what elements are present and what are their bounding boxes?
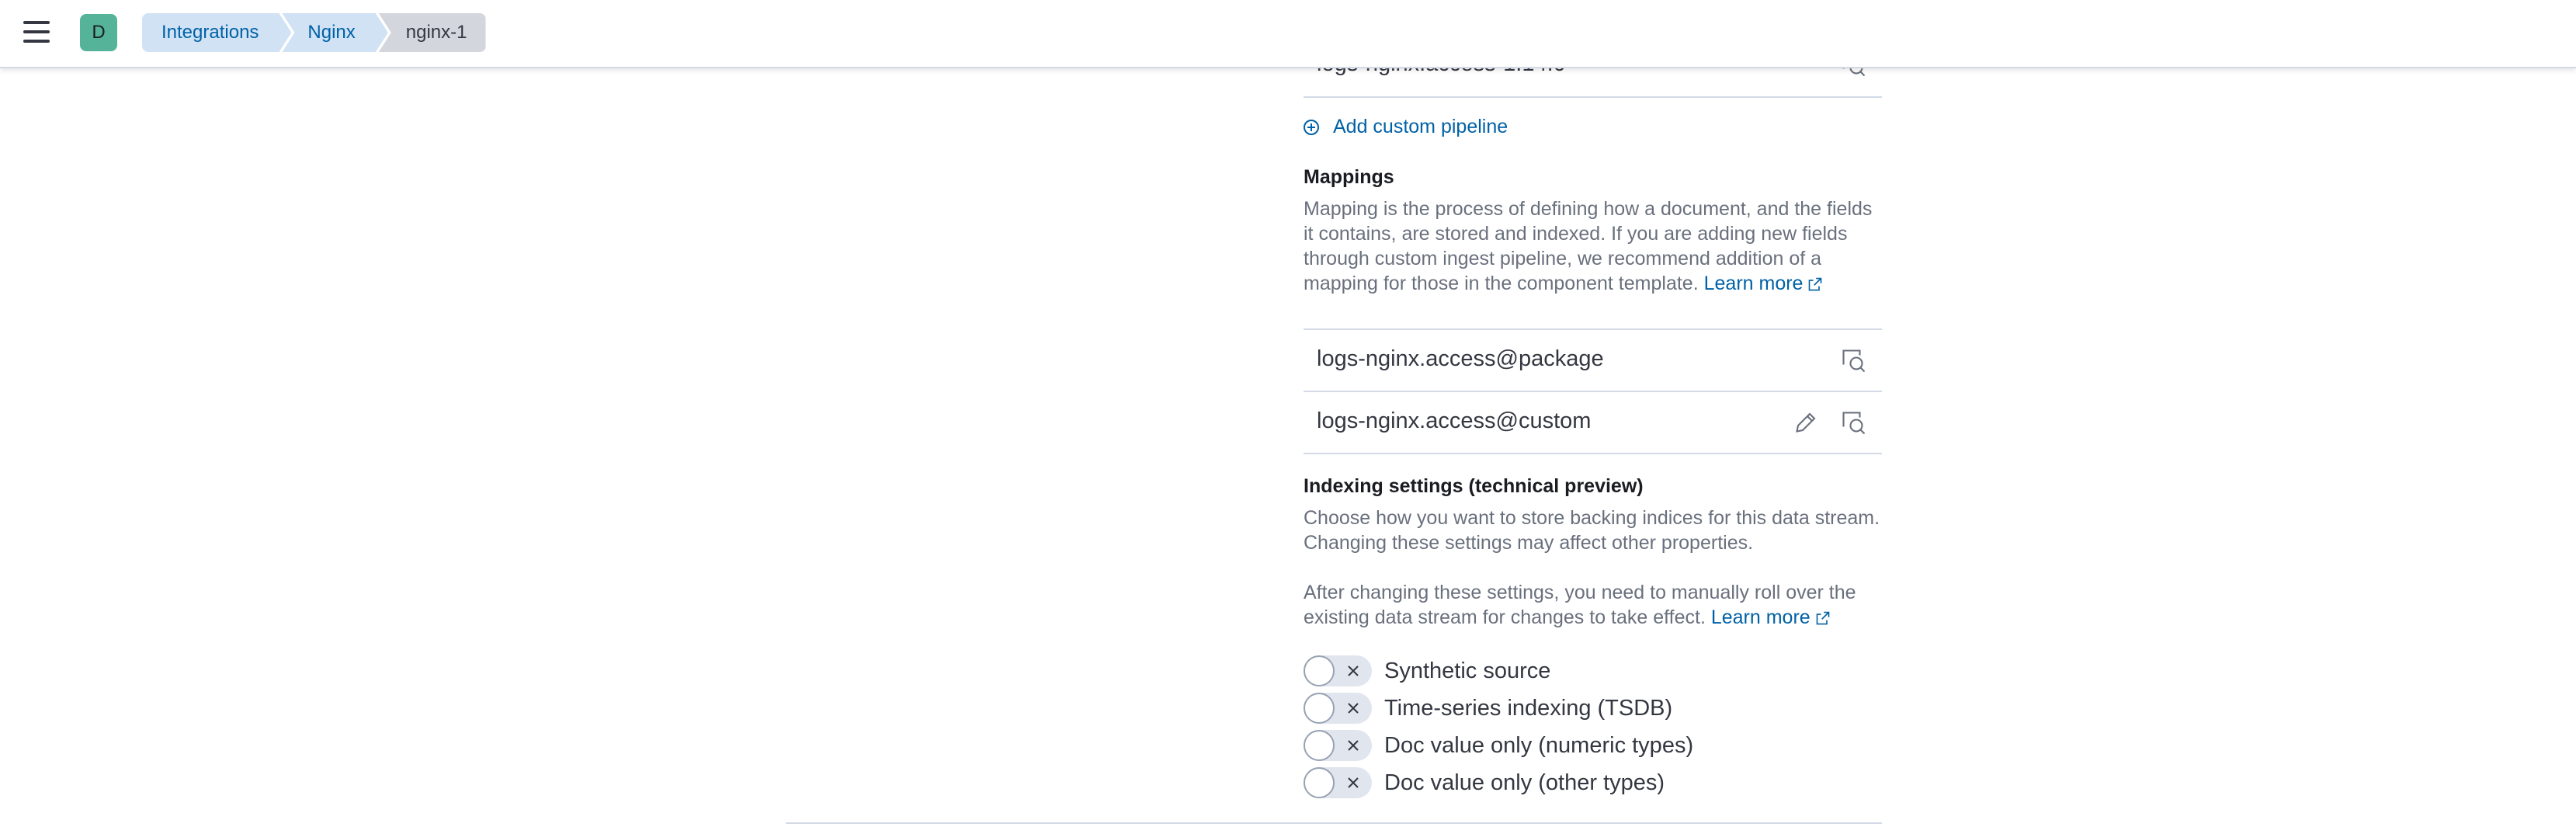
top-header: D Integrations Nginx nginx-1 (0, 0, 2576, 68)
toggle-knob (1304, 655, 1335, 686)
section-divider (786, 822, 1882, 824)
indexing-learn-more-link[interactable]: Learn more (1711, 606, 1831, 628)
toggle-knob (1304, 767, 1335, 798)
pencil-icon[interactable] (1791, 409, 1819, 437)
synthetic-source-toggle[interactable] (1304, 655, 1372, 686)
tsdb-switch-row: Time-series indexing (TSDB) (1304, 692, 1672, 725)
external-link-icon (1816, 612, 1830, 625)
inspect-icon[interactable] (1840, 347, 1868, 375)
doc-value-numeric-toggle[interactable] (1304, 730, 1372, 761)
hamburger-menu-icon[interactable] (20, 18, 54, 46)
synthetic-source-switch-row: Synthetic source (1304, 655, 1550, 687)
cross-icon (1348, 777, 1359, 788)
switch-label: Synthetic source (1384, 658, 1551, 683)
breadcrumb-nginx[interactable]: Nginx (282, 13, 387, 52)
cross-icon (1348, 703, 1359, 714)
learn-more-label: Learn more (1710, 606, 1810, 628)
cross-icon (1348, 665, 1359, 676)
toggle-knob (1304, 730, 1335, 761)
mapping-name: logs-nginx.access@package (1317, 346, 1604, 371)
tsdb-toggle[interactable] (1304, 693, 1372, 724)
switch-label: Doc value only (numeric types) (1384, 732, 1694, 758)
indexing-description: Choose how you want to store backing ind… (1304, 507, 1880, 554)
mapping-row-custom: logs-nginx.access@custom (1304, 391, 1882, 454)
cross-icon (1348, 740, 1359, 751)
breadcrumb-integrations[interactable]: Integrations (142, 13, 291, 52)
doc-value-other-toggle[interactable] (1304, 767, 1372, 798)
breadcrumb-current: nginx-1 (378, 13, 486, 52)
learn-more-label: Learn more (1703, 273, 1804, 294)
breadcrumb: Integrations Nginx nginx-1 (142, 13, 486, 52)
doc-value-numeric-switch-row: Doc value only (numeric types) (1304, 729, 1693, 762)
mappings-title: Mappings (1304, 166, 1394, 188)
switch-label: Doc value only (other types) (1384, 770, 1665, 795)
mappings-learn-more-link[interactable]: Learn more (1704, 273, 1824, 294)
space-avatar[interactable]: D (80, 14, 117, 51)
add-custom-pipeline-label: Add custom pipeline (1333, 116, 1508, 137)
toggle-knob (1304, 693, 1335, 724)
add-custom-pipeline-button[interactable]: Add custom pipeline (1304, 116, 1508, 138)
indexing-settings-title: Indexing settings (technical preview) (1304, 475, 1644, 497)
mapping-row-package: logs-nginx.access@package (1304, 328, 1882, 391)
indexing-rollover-note: After changing these settings, you need … (1304, 580, 1882, 630)
external-link-icon (1809, 278, 1822, 291)
mappings-description: Mapping is the process of defining how a… (1304, 196, 1882, 296)
doc-value-other-switch-row: Doc value only (other types) (1304, 766, 1665, 799)
inspect-icon[interactable] (1840, 409, 1868, 437)
plus-circle-icon (1304, 119, 1319, 135)
switch-label: Time-series indexing (TSDB) (1384, 695, 1673, 721)
mapping-name: logs-nginx.access@custom (1317, 408, 1592, 433)
